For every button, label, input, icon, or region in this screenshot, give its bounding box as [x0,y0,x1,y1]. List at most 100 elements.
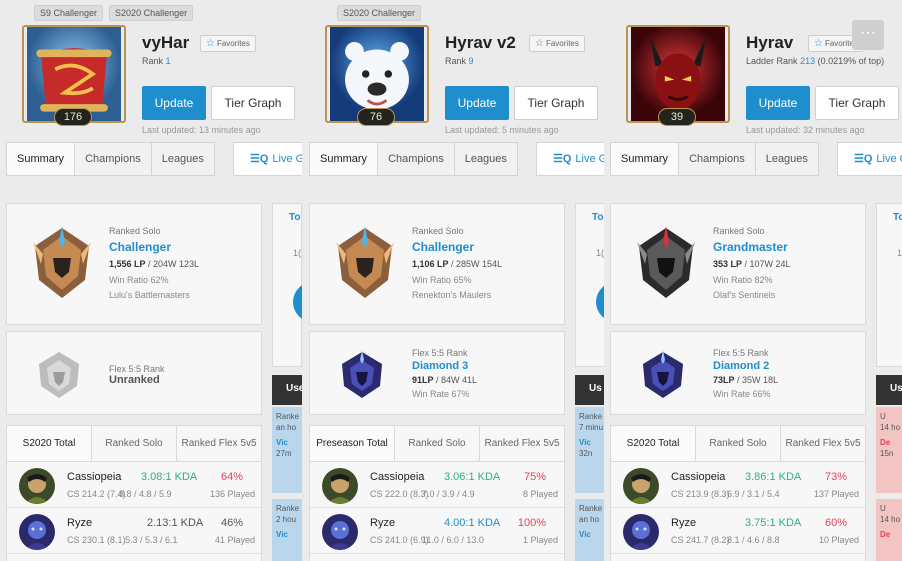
lp-record: 1,556 LP / 204W 123L [109,259,199,269]
profile-panel-hyrav-v2: S2020 Challenger 76 Hyrav v2 ☆ Favorites … [303,0,605,561]
profile-header: S2020 Challenger 76 Hyrav v2 ☆ Favorites … [303,0,605,140]
live-game-icon: ☰Q [553,153,572,165]
tier-graph-button[interactable]: Tier Graph [211,86,295,120]
match-entry[interactable]: Ranke an ho Vic 27m [272,407,302,493]
tab-champions[interactable]: Champions [679,142,756,176]
favorites-button[interactable]: ☆ Favorites [200,35,256,52]
kda-ratio: 3.86:1 KDA [745,471,802,483]
favorites-label: Favorites [545,39,579,48]
update-button[interactable]: Update [445,86,509,120]
champion-winrate: 75% [523,471,546,483]
tab-champions[interactable]: Champions [75,142,152,176]
league-name[interactable]: Lulu's Battlemasters [109,290,190,300]
champion-name: Ryze [370,517,396,529]
live-game-label: Live G [876,153,902,165]
tab-ranked-flex[interactable]: Ranked Flex 5v5 [480,426,564,461]
side-top-label: To [592,212,604,223]
summoner-name: vyHar [142,33,190,52]
tab-summary[interactable]: Summary [309,142,379,176]
tier-graph-button[interactable]: Tier Graph [514,86,598,120]
win-rate: Win Rate 66% [713,389,771,399]
tier-name: Challenger [412,240,475,254]
champion-row[interactable]: Cassiopeia CS 222.0 (8.3) 3.06:1 KDA 7.0… [310,462,564,508]
tier-name: Unranked [109,374,160,386]
season-badge: S9 Challenger [34,5,104,21]
live-game-button[interactable]: ☰QLive G [233,142,302,176]
match-result: Vic [579,530,591,539]
queue-label: Ranked Solo [412,226,464,236]
tab-ranked-solo[interactable]: Ranked Solo [696,426,781,461]
match-queue: U [880,504,886,513]
live-game-button[interactable]: ☰QLive G [536,142,605,176]
match-time: an ho [276,423,297,432]
side-count: 1( [293,248,302,258]
champion-row[interactable]: Ryze CS 241.7 (8.2) 3.75:1 KDA 8.1 / 4.6… [611,508,865,554]
profile-panel-hyrav: 39 Hyrav ☆ Favorites Ladder Rank 213 (0.0… [604,0,902,561]
tier-name: Grandmaster [713,240,788,254]
games-played: 1 Played [522,535,558,545]
champion-row[interactable]: Ryze CS 230.1 (8.1) 2.13:1 KDA 5.3 / 5.3… [7,508,261,554]
tab-champions[interactable]: Champions [378,142,455,176]
tab-leagues[interactable]: Leagues [454,142,518,176]
star-icon: ☆ [535,38,544,49]
match-time: 14 ho [880,515,901,524]
tab-summary[interactable]: Summary [610,142,680,176]
tab-ranked-solo[interactable]: Ranked Solo [395,426,480,461]
champion-row[interactable]: Cassiopeia CS 214.2 (7.4) 3.08:1 KDA 8.8… [7,462,261,508]
side-count: 1 [897,248,902,258]
rank-number[interactable]: 9 [469,56,474,66]
tab-ranked-flex[interactable]: Ranked Flex 5v5 [177,426,261,461]
win-ratio: Win Ratio 62% [109,275,169,285]
lp-record: 73LP / 35W 18L [713,375,778,385]
summoner-level: 76 [357,108,395,126]
tab-leagues[interactable]: Leagues [151,142,215,176]
win-loss-record: / 204W 123L [145,259,200,269]
champion-name: Cassiopeia [370,471,425,483]
match-entry[interactable]: Ranke 2 hou Vic [272,499,302,561]
tier-graph-button[interactable]: Tier Graph [815,86,899,120]
flex-rank-card: Flex 5:5 Rank Unranked [6,331,262,415]
tier-name: Diamond 3 [412,360,469,372]
more-options-icon[interactable]: ⋯ [852,20,884,50]
match-entry[interactable]: Ranke an ho Vic [575,499,605,561]
tab-summary[interactable]: Summary [6,142,76,176]
rank-prefix: Rank [142,56,164,66]
tab-season-total[interactable]: S2020 Total [7,426,92,461]
tab-leagues[interactable]: Leagues [755,142,819,176]
league-name[interactable]: Renekton's Maulers [412,290,491,300]
win-rate: Win Rate 67% [412,389,470,399]
match-result: Vic [276,530,288,539]
stats-tabs: Preseason Total Ranked Solo Ranked Flex … [310,426,564,462]
tab-ranked-flex[interactable]: Ranked Flex 5v5 [781,426,865,461]
ladder-rank: Ladder Rank 213 (0.0219% of top) [746,56,884,66]
tab-season-total[interactable]: S2020 Total [611,426,696,461]
games-played: 136 Played [209,489,255,499]
rank-prefix: Ladder Rank [746,56,798,66]
update-button[interactable]: Update [142,86,206,120]
match-entry[interactable]: U 14 ho De [876,499,902,561]
champion-row[interactable]: Ryze CS 241.0 (6.9) 4.00:1 KDA 11.0 / 6.… [310,508,564,554]
favorites-button[interactable]: ☆ Favorites [529,35,585,52]
rank-number[interactable]: 213 [800,56,815,66]
match-entry[interactable]: Ranke 7 minu Vic 32n [575,407,605,493]
games-played: 41 Played [214,535,255,545]
match-entry[interactable]: U 14 ho De 15n [876,407,902,493]
champion-name: Cassiopeia [67,471,122,483]
champion-winrate: 64% [220,471,243,483]
champion-stats-card: S2020 Total Ranked Solo Ranked Flex 5v5 … [610,425,866,561]
season-badge: S2020 Challenger [337,5,422,21]
tab-season-total[interactable]: Preseason Total [310,426,395,461]
tier-name: Diamond 2 [713,360,770,372]
profile-tabs: Summary Champions Leagues [610,142,819,176]
profile-panel-vyhar: S9 Challenger S2020 Challenger 176 vyHar… [0,0,302,561]
creep-score: CS 241.0 (6.9) [370,535,429,545]
league-name[interactable]: Olaf's Sentinels [713,290,775,300]
tab-ranked-solo[interactable]: Ranked Solo [92,426,177,461]
champion-row[interactable]: Cassiopeia CS 213.9 (8.3) 3.86:1 KDA 6.9… [611,462,865,508]
queue-label: Flex 5:5 Rank [412,348,468,358]
stats-tabs: S2020 Total Ranked Solo Ranked Flex 5v5 [7,426,261,462]
cassiopeia-avatar [19,468,55,504]
live-game-button[interactable]: ☰QLive G [837,142,902,176]
rank-number[interactable]: 1 [166,56,171,66]
update-button[interactable]: Update [746,86,810,120]
